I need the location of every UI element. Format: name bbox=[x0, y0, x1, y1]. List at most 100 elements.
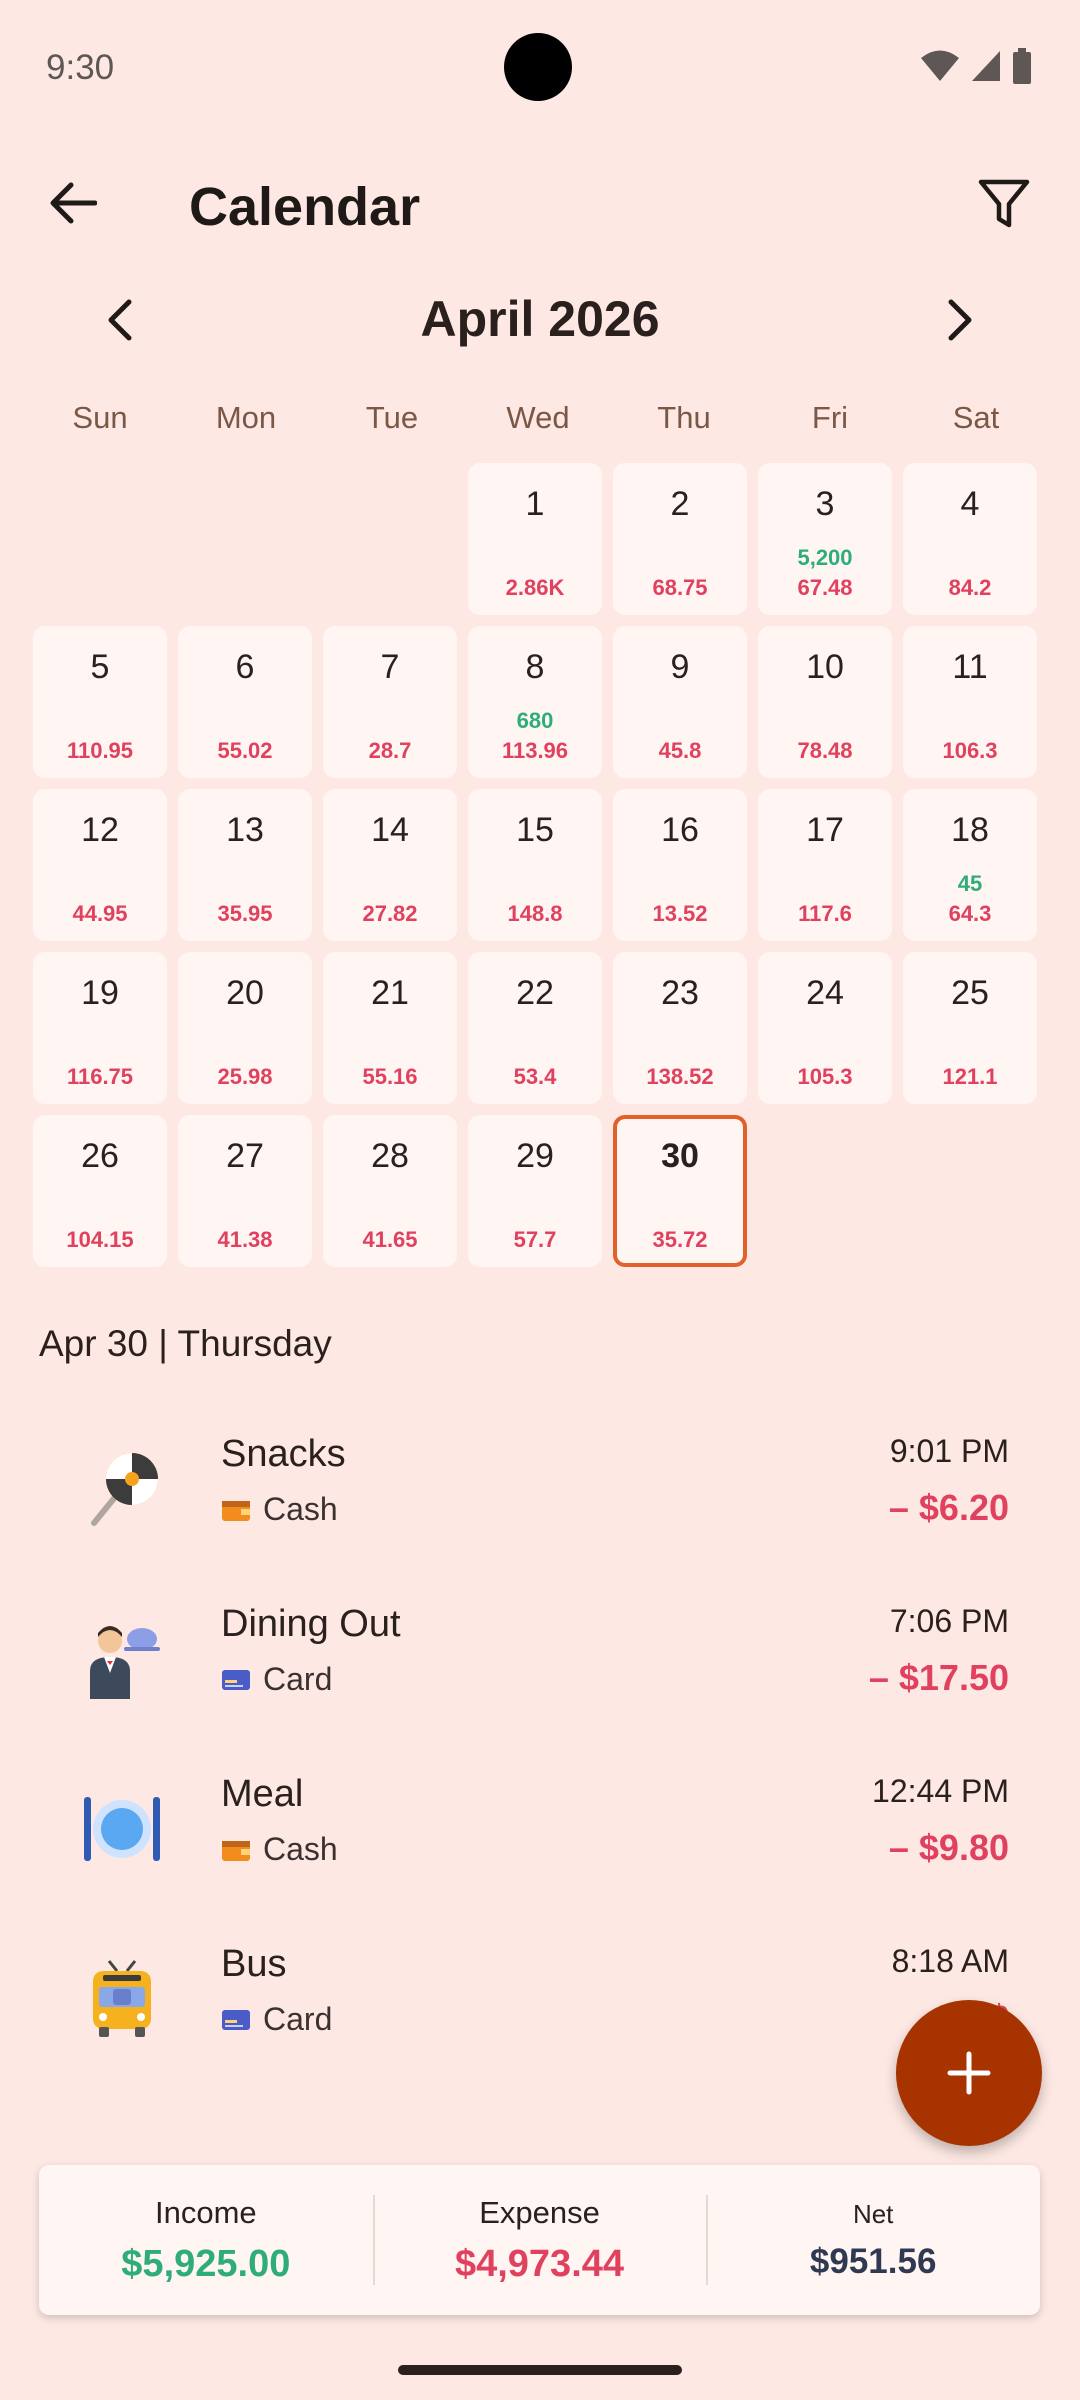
day-expense: 78.48 bbox=[797, 738, 853, 763]
summary-bar: Income $5,925.00 Expense $4,973.44 Net $… bbox=[39, 2165, 1040, 2315]
calendar-day[interactable]: 28 41.65 bbox=[323, 1115, 457, 1267]
empty-day-cell bbox=[33, 463, 167, 615]
day-number: 28 bbox=[371, 1137, 409, 1175]
calendar-day[interactable]: 26 104.15 bbox=[33, 1115, 167, 1267]
day-expense: 2.86K bbox=[505, 575, 565, 600]
day-number: 27 bbox=[226, 1137, 264, 1175]
transaction-item[interactable]: Snacks Cash 9:01 PM – $6.20 bbox=[0, 1413, 1080, 1583]
battery-icon bbox=[1013, 48, 1031, 84]
day-number: 16 bbox=[661, 811, 699, 849]
status-time: 9:30 bbox=[46, 48, 115, 87]
calendar-day[interactable]: 27 41.38 bbox=[178, 1115, 312, 1267]
calendar-day[interactable]: 6 55.02 bbox=[178, 626, 312, 778]
plus-icon bbox=[947, 2051, 991, 2095]
calendar-grid: 1 2.86K 2 68.75 3 5,200 67.48 4 84.2 5 110.95 6 55.0… bbox=[33, 463, 1043, 1267]
day-number: 6 bbox=[235, 648, 255, 686]
day-expense: 113.96 bbox=[501, 738, 569, 763]
day-expense: 28.7 bbox=[368, 738, 412, 763]
calendar-day[interactable]: 9 45.8 bbox=[613, 626, 747, 778]
arrow-left-icon bbox=[50, 182, 97, 224]
transaction-title: Snacks bbox=[221, 1433, 346, 1475]
day-expense: 110.95 bbox=[66, 738, 134, 763]
calendar-day[interactable]: 7 28.7 bbox=[323, 626, 457, 778]
day-number: 23 bbox=[661, 974, 699, 1012]
day-expense: 116.75 bbox=[66, 1064, 134, 1089]
day-expense: 13.52 bbox=[652, 901, 708, 926]
transaction-title: Meal bbox=[221, 1773, 304, 1815]
day-number: 9 bbox=[670, 648, 690, 686]
calendar-day[interactable]: 2 68.75 bbox=[613, 463, 747, 615]
calendar-day[interactable]: 29 57.7 bbox=[468, 1115, 602, 1267]
day-number: 11 bbox=[952, 648, 988, 686]
calendar-day[interactable]: 4 84.2 bbox=[903, 463, 1037, 615]
day-expense: 27.82 bbox=[362, 901, 418, 926]
transaction-item[interactable]: Dining Out Card 7:06 PM – $17.50 bbox=[0, 1583, 1080, 1753]
day-expense: 57.7 bbox=[513, 1227, 557, 1252]
next-month-button[interactable] bbox=[928, 288, 992, 352]
day-number: 24 bbox=[806, 974, 844, 1012]
day-expense: 117.6 bbox=[798, 901, 852, 926]
calendar-day[interactable]: 19 116.75 bbox=[33, 952, 167, 1104]
calendar-day[interactable]: 10 78.48 bbox=[758, 626, 892, 778]
calendar-day[interactable]: 18 45 64.3 bbox=[903, 789, 1037, 941]
weekday-header: Sun Mon Tue Wed Thu Fri Sat bbox=[33, 400, 1043, 436]
transaction-time: 12:44 PM bbox=[872, 1773, 1009, 1809]
calendar-day[interactable]: 8 680 113.96 bbox=[468, 626, 602, 778]
calendar-day[interactable]: 12 44.95 bbox=[33, 789, 167, 941]
camera-cutout bbox=[504, 33, 572, 101]
day-expense: 53.4 bbox=[513, 1064, 557, 1089]
day-income: 680 bbox=[516, 708, 554, 733]
income-label: Income bbox=[155, 2195, 257, 2230]
payment-method: Cash bbox=[221, 1491, 338, 1528]
calendar-day[interactable]: 14 27.82 bbox=[323, 789, 457, 941]
payment-method-label: Cash bbox=[263, 1491, 338, 1527]
day-number: 26 bbox=[81, 1137, 119, 1175]
calendar-day[interactable]: 3 5,200 67.48 bbox=[758, 463, 892, 615]
transaction-item[interactable]: Meal Cash 12:44 PM – $9.80 bbox=[0, 1753, 1080, 1923]
day-income: 5,200 bbox=[797, 545, 853, 570]
home-indicator bbox=[398, 2365, 682, 2375]
calendar-day[interactable]: 20 25.98 bbox=[178, 952, 312, 1104]
day-expense: 148.8 bbox=[507, 901, 563, 926]
calendar-day[interactable]: 11 106.3 bbox=[903, 626, 1037, 778]
income-value: $5,925.00 bbox=[121, 2243, 291, 2285]
selected-date-heading: Apr 30 | Thursday bbox=[39, 1323, 332, 1364]
waiter-icon bbox=[72, 1609, 172, 1709]
day-number: 8 bbox=[525, 648, 545, 686]
day-number: 19 bbox=[81, 974, 119, 1012]
income-summary: Income $5,925.00 bbox=[39, 2165, 373, 2315]
add-transaction-button[interactable] bbox=[896, 2000, 1042, 2146]
signal-icon bbox=[972, 51, 1000, 81]
calendar-day[interactable]: 1 2.86K bbox=[468, 463, 602, 615]
weekday-sat: Sat bbox=[952, 400, 1000, 435]
payment-method: Cash bbox=[221, 1831, 338, 1868]
calendar-day[interactable]: 5 110.95 bbox=[33, 626, 167, 778]
bus-icon bbox=[72, 1949, 172, 2049]
wallet-icon bbox=[222, 1500, 250, 1521]
credit-card-icon bbox=[222, 2009, 250, 2030]
calendar-day[interactable]: 25 121.1 bbox=[903, 952, 1037, 1104]
wifi-icon bbox=[921, 50, 959, 81]
day-number: 17 bbox=[806, 811, 844, 849]
empty-day-cell bbox=[178, 463, 312, 615]
day-number: 10 bbox=[806, 648, 844, 686]
payment-method-label: Card bbox=[263, 2001, 333, 2037]
calendar-day[interactable]: 15 148.8 bbox=[468, 789, 602, 941]
calendar-day[interactable]: 16 13.52 bbox=[613, 789, 747, 941]
expense-label: Expense bbox=[479, 2195, 600, 2230]
net-label: Net bbox=[852, 2199, 894, 2229]
calendar-day[interactable]: 23 138.52 bbox=[613, 952, 747, 1104]
back-button[interactable] bbox=[40, 170, 106, 236]
calendar-day[interactable]: 22 53.4 bbox=[468, 952, 602, 1104]
day-expense: 138.52 bbox=[646, 1064, 714, 1089]
day-income: 45 bbox=[957, 871, 983, 896]
weekday-mon: Mon bbox=[215, 400, 277, 435]
filter-button[interactable] bbox=[972, 172, 1036, 236]
calendar-day[interactable]: 17 117.6 bbox=[758, 789, 892, 941]
calendar-day-today[interactable]: 30 35.72 bbox=[613, 1115, 747, 1267]
calendar-day[interactable]: 24 105.3 bbox=[758, 952, 892, 1104]
calendar-day[interactable]: 21 55.16 bbox=[323, 952, 457, 1104]
calendar-day[interactable]: 13 35.95 bbox=[178, 789, 312, 941]
weekday-tue: Tue bbox=[365, 400, 419, 435]
transaction-amount: – $9.80 bbox=[888, 1827, 1009, 1868]
